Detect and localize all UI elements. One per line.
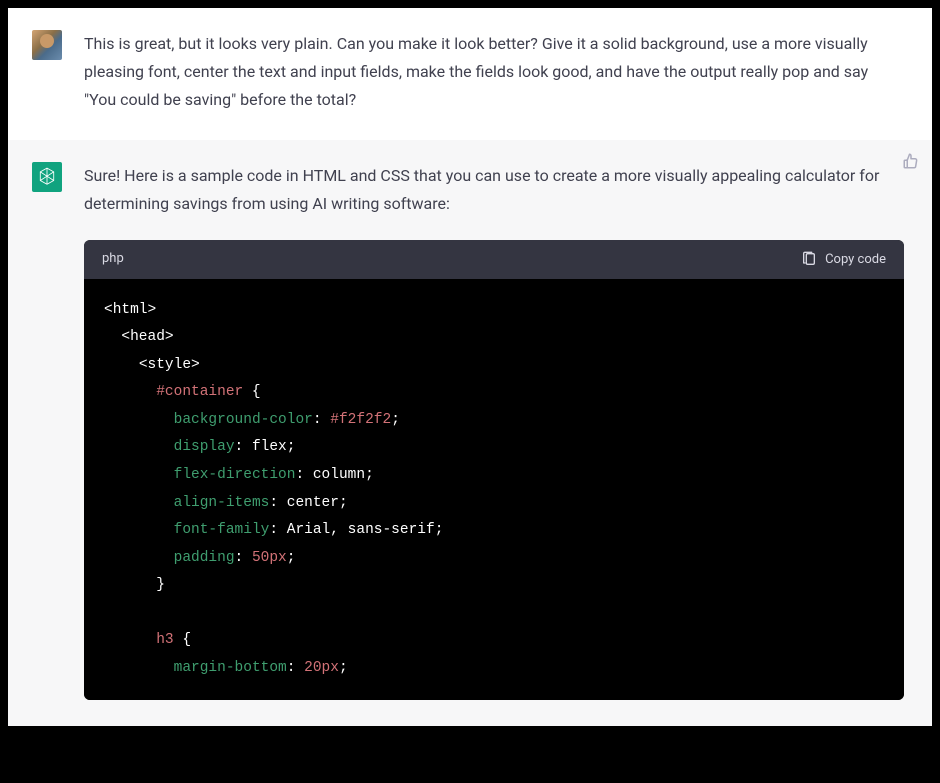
code-token: ;: [287, 439, 296, 455]
user-avatar: [32, 30, 62, 60]
user-text: This is great, but it looks very plain. …: [84, 30, 904, 114]
code-header: php Copy code: [84, 240, 904, 279]
code-token: ;: [339, 660, 348, 676]
code-token: {: [174, 632, 191, 648]
code-token: 20px: [304, 660, 339, 676]
openai-logo-icon: [36, 166, 58, 188]
clipboard-icon: [801, 251, 817, 267]
code-token: :: [287, 660, 304, 676]
code-token: ;: [287, 550, 296, 566]
code-language-label: php: [102, 248, 124, 271]
code-token: <html>: [104, 302, 156, 318]
thumbs-up-icon[interactable]: [902, 152, 920, 170]
code-token: Arial, sans-serif: [287, 522, 435, 538]
code-token: h3: [156, 632, 173, 648]
code-token: column: [313, 467, 365, 483]
assistant-message: Sure! Here is a sample code in HTML and …: [8, 140, 932, 726]
code-token: 50px: [252, 550, 287, 566]
code-token: #container: [156, 384, 243, 400]
code-token: #f2f2f2: [330, 412, 391, 428]
code-token: display: [174, 439, 235, 455]
code-token: :: [313, 412, 330, 428]
code-token: :: [269, 495, 286, 511]
copy-code-label: Copy code: [825, 252, 886, 267]
code-token: flex: [252, 439, 287, 455]
code-token: :: [295, 467, 312, 483]
code-token: font-family: [174, 522, 270, 538]
code-token: center: [287, 495, 339, 511]
feedback-controls: [902, 152, 920, 174]
code-token: flex-direction: [174, 467, 296, 483]
code-token: margin-bottom: [174, 660, 287, 676]
code-token: <style>: [139, 357, 200, 373]
copy-code-button[interactable]: Copy code: [801, 251, 886, 267]
code-token: padding: [174, 550, 235, 566]
chat-container: This is great, but it looks very plain. …: [8, 8, 932, 775]
code-token: background-color: [174, 412, 313, 428]
code-token: align-items: [174, 495, 270, 511]
code-token: ;: [339, 495, 348, 511]
assistant-intro: Sure! Here is a sample code in HTML and …: [84, 162, 904, 218]
user-message-content: This is great, but it looks very plain. …: [84, 30, 904, 114]
code-token: }: [156, 577, 165, 593]
code-body[interactable]: <html> <head> <style> #container { backg…: [84, 279, 904, 701]
code-token: :: [235, 439, 252, 455]
code-token: :: [235, 550, 252, 566]
code-token: ;: [391, 412, 400, 428]
code-token: ;: [365, 467, 374, 483]
code-token: <head>: [121, 329, 173, 345]
code-token: {: [243, 384, 260, 400]
assistant-avatar: [32, 162, 62, 192]
code-token: :: [269, 522, 286, 538]
assistant-message-content: Sure! Here is a sample code in HTML and …: [84, 162, 904, 700]
user-message: This is great, but it looks very plain. …: [8, 8, 932, 140]
code-block: php Copy code <html> <head> <style> #con…: [84, 240, 904, 700]
code-token: ;: [435, 522, 444, 538]
